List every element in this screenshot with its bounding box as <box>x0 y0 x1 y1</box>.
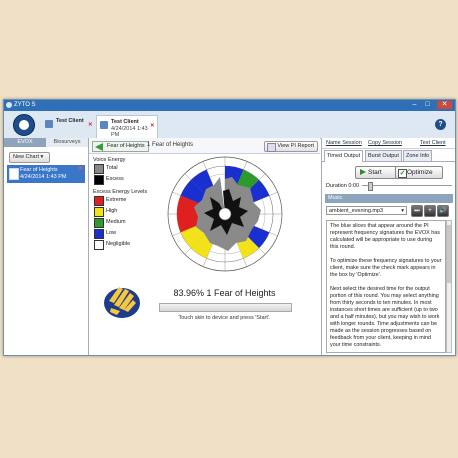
client-tab-name: Test Client <box>56 118 84 124</box>
home-button[interactable] <box>13 114 35 136</box>
close-tab-icon[interactable]: ✕ <box>150 123 155 129</box>
tab-evox[interactable]: EVOX <box>4 138 46 147</box>
legend-label: High <box>106 208 118 214</box>
legend-label: Low <box>106 230 117 236</box>
start-button[interactable]: Start <box>355 166 397 179</box>
optimize-checkbox[interactable]: ✓ Optimize <box>395 166 443 179</box>
legend-label: Total <box>106 165 118 171</box>
duration-slider-track[interactable] <box>362 185 452 186</box>
legend-item-medium: Medium <box>93 218 163 228</box>
music-track-value: ambient_evening.mp3 <box>329 208 384 214</box>
name-session-link[interactable]: Name Session <box>326 140 362 146</box>
round-description: The blue slices that appear around the P… <box>326 220 446 353</box>
voice-energy-title: Voice Energy <box>93 157 126 163</box>
pi-radial-chart <box>167 156 283 272</box>
client-tab-1[interactable]: Test Client ✕ <box>42 115 94 137</box>
duration-label: Duration 0:00 <box>326 183 360 189</box>
play-icon <box>360 169 366 175</box>
new-chart-button[interactable]: New Chart ▾ <box>9 152 50 163</box>
title-bar: ZYTO S – □ ✕ <box>4 100 455 111</box>
right-panel: Name Session Copy Session Text Client Ti… <box>321 138 455 355</box>
minimize-button[interactable]: – <box>409 101 420 109</box>
session-links: Name Session Copy Session Text Client <box>322 138 455 149</box>
center-panel: Fear of Heights 1 Fear of Heights View P… <box>89 138 320 355</box>
tab-zone-info[interactable]: Zone Info <box>403 150 433 161</box>
skip-track-button[interactable]: ⏭ <box>411 205 423 217</box>
client-tab-strip: Test Client ✕ Test Client 4/24/2014 1:43… <box>4 111 455 139</box>
client-tab-2[interactable]: Test Client 4/24/2014 1:43 PM ✕ <box>96 115 158 138</box>
add-track-button[interactable]: + <box>424 205 436 217</box>
center-toolbar: Fear of Heights 1 Fear of Heights View P… <box>89 138 320 154</box>
legend-item-excess: Excess <box>93 175 163 185</box>
session-name: Fear of Heights <box>20 167 58 173</box>
description-scrollbar[interactable] <box>446 220 452 353</box>
progress-bar <box>159 303 292 312</box>
view-pi-report-label: View PI Report <box>277 143 314 149</box>
maximize-button[interactable]: □ <box>422 101 433 109</box>
music-track-select[interactable]: ambient_evening.mp3 ▾ <box>326 206 407 215</box>
tab-burst-output[interactable]: Burst Output <box>365 150 402 161</box>
legend-item-extreme: Extreme <box>93 196 163 206</box>
excess-levels-title: Excess Energy Levels <box>93 189 148 195</box>
description-paragraph: The blue slices that appear around the P… <box>330 223 440 250</box>
legend-label: Excess <box>106 176 124 182</box>
tab-biosurveys[interactable]: Biosurveys <box>46 138 88 147</box>
left-panel: EVOX Biosurveys New Chart ▾ Fear of Heig… <box>4 138 89 355</box>
description-paragraph: To optimize these frequency signatures t… <box>330 258 442 278</box>
report-icon <box>267 143 277 152</box>
music-header: Music <box>325 194 453 203</box>
back-label: Fear of Heights <box>107 143 145 149</box>
output-tabs: Timed Output Burst Output Zone Info <box>322 149 455 162</box>
back-arrow-icon <box>95 143 103 151</box>
client-tab-name: Test Client <box>111 119 139 125</box>
session-date: 4/24/2014 1:43 PM <box>20 174 67 180</box>
window-title: ZYTO S <box>14 102 36 108</box>
legend-label: Extreme <box>106 197 127 203</box>
document-icon <box>9 168 19 180</box>
text-client-link[interactable]: Text Client <box>420 140 446 146</box>
home-logo-icon <box>19 120 29 130</box>
help-button[interactable]: ? <box>435 119 446 130</box>
checkmark-icon: ✓ <box>398 168 407 178</box>
optimize-label: Optimize <box>407 169 433 176</box>
scrollbar-thumb[interactable] <box>447 225 451 283</box>
close-window-button[interactable]: ✕ <box>437 101 452 109</box>
session-list-item[interactable]: Fear of Heights 4/24/2014 1:43 PM ✕ <box>7 165 85 183</box>
app-logo-icon <box>6 102 12 108</box>
back-button[interactable]: Fear of Heights <box>92 141 149 152</box>
tab-timed-output[interactable]: Timed Output <box>324 150 364 162</box>
legend: Voice Energy Total Excess Excess Energy … <box>93 156 163 250</box>
chevron-down-icon: ▾ <box>401 208 404 214</box>
start-label: Start <box>368 169 382 176</box>
hand-device-icon <box>104 287 140 318</box>
result-percentage: 83.96% 1 Fear of Heights <box>173 288 276 298</box>
volume-button[interactable]: 🔊 <box>437 205 449 217</box>
client-icon <box>45 120 53 128</box>
legend-label: Medium <box>106 219 126 225</box>
view-pi-report-button[interactable]: View PI Report <box>264 141 318 152</box>
legend-item-high: High <box>93 207 163 217</box>
legend-item-total: Total <box>93 164 163 174</box>
description-paragraph: Next select the desired time for the out… <box>330 286 440 348</box>
instruction-text: Touch skin to device and press 'Start'. <box>178 315 271 321</box>
duration-slider-thumb[interactable] <box>368 182 373 191</box>
breadcrumb: 1 Fear of Heights <box>147 142 194 148</box>
copy-session-link[interactable]: Copy Session <box>368 140 402 146</box>
legend-item-negligible: Negligible <box>93 240 163 250</box>
legend-item-low: Low <box>93 229 163 239</box>
app-window: ZYTO S – □ ✕ Test Client ✕ Test Client 4… <box>3 99 456 356</box>
close-tab-icon[interactable]: ✕ <box>88 122 93 128</box>
legend-label: Negligible <box>106 241 131 247</box>
delete-session-icon[interactable]: ✕ <box>78 166 83 172</box>
client-icon <box>100 121 108 129</box>
